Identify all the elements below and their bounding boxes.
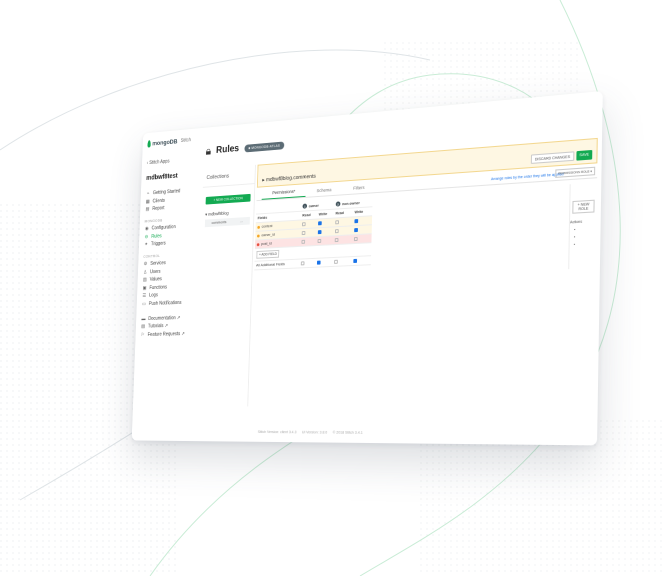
sidebar-item-functions[interactable]: ▣ Functions <box>142 283 191 291</box>
permissions-table: 1 owner 2 non-owner Fields Read Write Read… <box>254 197 373 270</box>
getting-started-icon: ⌁ <box>146 190 150 197</box>
nav-section-mongodb: MONGODB <box>144 218 163 224</box>
users-icon: ♙ <box>143 269 148 275</box>
collection-item-comments[interactable]: comments … <box>204 216 250 228</box>
nav-group-control: ⚙ Services ♙ Users ▥ Values ▣ Functions ☰ Logs ▭ Pu… <box>141 259 192 307</box>
app-window: mongoDB Stitch ‹ Stitch Apps mdbwf8test … <box>131 90 603 446</box>
sidebar-item-configuration[interactable]: ◉ Configuration <box>144 223 193 232</box>
permission-checkbox[interactable] <box>317 260 321 265</box>
permission-checkbox[interactable] <box>334 229 339 234</box>
footer-version-text: Stitch Version: client 3.4.3 <box>257 429 297 435</box>
all-additional-fields-label: All Additional Fields <box>254 259 300 270</box>
more-icon[interactable]: … <box>240 219 243 223</box>
permissions-rows: content owner_id post_id + ADD FIELD All Add… <box>254 215 373 270</box>
sidebar-item-logs[interactable]: ☰ Logs <box>142 291 191 298</box>
values-icon: ▥ <box>142 277 147 283</box>
rules-icon: ⊖ <box>144 233 149 240</box>
permission-checkbox[interactable] <box>335 220 339 225</box>
push-notifications-icon: ▭ <box>141 300 147 307</box>
footer-version-text: UI Version: 3.8.0 <box>301 430 328 435</box>
permission-checkbox[interactable] <box>301 239 306 244</box>
field-status-icon <box>257 225 260 229</box>
tab-permissions[interactable]: Permissions* <box>261 188 307 200</box>
delete-field-icon[interactable]: ▪ <box>574 241 592 246</box>
sidebar-item-push-notifications[interactable]: ▭ Push Notifications <box>141 299 190 307</box>
sidebar: mongoDB Stitch ‹ Stitch Apps mdbwf8test … <box>132 128 202 441</box>
logo[interactable]: mongoDB Stitch <box>147 136 196 148</box>
role-order-note[interactable]: Arrange roles by the order they will be … <box>491 172 564 181</box>
logs-icon: ☰ <box>142 292 147 299</box>
chevron-left-icon: ‹ <box>146 160 149 167</box>
permission-checkbox[interactable] <box>318 221 323 226</box>
permission-checkbox[interactable] <box>334 259 338 264</box>
field-status-icon <box>257 234 260 238</box>
main-content: 🔒︎ Rules ■ MONGODB-ATLAS Collections + N… <box>191 91 603 446</box>
app-name: mdbwf8test <box>146 172 178 182</box>
permission-checkbox[interactable] <box>334 237 339 243</box>
tab-schema[interactable]: Schema <box>306 186 343 196</box>
sidebar-item-tutorials[interactable]: ▤ Tutorials ↗ <box>141 323 190 330</box>
sidebar-item-users[interactable]: ♙ Users <box>143 267 192 275</box>
permission-checkbox[interactable] <box>353 228 358 233</box>
new-collection-button[interactable]: + NEW COLLECTION <box>205 193 251 205</box>
cluster-badge: ■ MONGODB-ATLAS <box>244 140 285 153</box>
permission-checkbox[interactable] <box>353 236 358 242</box>
collections-panel: Collections + NEW COLLECTION ▾ mdbwf8blo… <box>195 164 256 407</box>
role-avatar-icon: 1 <box>302 203 308 209</box>
nav-group-help: ▬ Documentation ↗ ▤ Tutorials ↗ ⚐ Feature Req… <box>140 314 190 338</box>
sidebar-item-triggers[interactable]: ✦ Triggers <box>144 239 193 248</box>
sidebar-item-report[interactable]: ▤ Report <box>145 203 194 212</box>
sidebar-item-rules[interactable]: ⊖ Rules <box>144 231 193 240</box>
page-title: Rules <box>215 143 240 156</box>
field-status-icon <box>256 242 260 246</box>
tutorials-icon: ▤ <box>141 323 146 330</box>
role-avatar-icon: 2 <box>335 201 341 207</box>
report-icon: ▤ <box>145 206 150 213</box>
permission-checkbox[interactable] <box>300 261 305 266</box>
permission-checkbox[interactable] <box>301 230 306 236</box>
add-field-button[interactable]: + ADD FIELD <box>256 249 280 259</box>
sidebar-item-values[interactable]: ▥ Values <box>142 275 191 283</box>
nav-section-control: CONTROL <box>143 254 161 259</box>
feature-requests-icon: ⚐ <box>140 331 145 338</box>
documentation-icon: ▬ <box>141 315 146 322</box>
permission-checkbox[interactable] <box>317 238 322 244</box>
configuration-icon: ◉ <box>144 225 149 232</box>
mongodb-leaf-icon <box>147 140 151 148</box>
sidebar-item-feature-requests[interactable]: ⚐ Feature Requests ↗ <box>140 331 189 338</box>
back-to-apps-link[interactable]: ‹ Stitch Apps <box>146 157 196 167</box>
lock-icon: 🔒︎ <box>205 143 212 158</box>
sidebar-item-services[interactable]: ⚙ Services <box>143 259 192 267</box>
save-button[interactable]: SAVE <box>576 149 593 161</box>
tab-filters[interactable]: Filters <box>342 184 376 194</box>
triggers-icon: ✦ <box>144 241 148 248</box>
clients-icon: ▦ <box>145 198 150 205</box>
permissions-role-dropdown[interactable]: PERMISSIONS ROLE ▾ <box>555 166 596 178</box>
footer-version-text: © 2018 Stitch 3.4.1 <box>332 430 363 435</box>
functions-icon: ▣ <box>142 285 147 291</box>
permission-checkbox[interactable] <box>318 230 322 235</box>
permission-checkbox[interactable] <box>354 219 359 224</box>
delete-field-icon[interactable]: ▪ <box>574 226 592 231</box>
discard-changes-button[interactable]: DISCARD CHANGES <box>530 151 575 164</box>
sidebar-item-documentation[interactable]: ▬ Documentation ↗ <box>141 314 190 322</box>
nav-group-mongodb: ◉ Configuration ⊖ Rules ✦ Triggers <box>144 223 194 247</box>
footer: Stitch Version: client 3.4.3 UI Version: … <box>258 430 363 435</box>
permission-checkbox[interactable] <box>353 258 357 264</box>
rules-panel: ▸ mdbwf8blog.comments DISCARD CHANGES SA… <box>251 137 598 368</box>
actions-column: + NEW ROLE Actions ▪ ▪ ▪ <box>568 182 598 270</box>
permission-checkbox[interactable] <box>302 222 306 227</box>
collection-path: ▸ mdbwf8blog.comments <box>262 173 316 184</box>
services-icon: ⚙ <box>143 261 148 268</box>
new-role-button[interactable]: + NEW ROLE <box>572 199 595 214</box>
delete-field-icon[interactable]: ▪ <box>574 234 592 239</box>
nav-group-main: ⌁ Getting Started ▦ Clients ▤ Report <box>145 187 195 213</box>
collections-heading: Collections <box>202 164 256 188</box>
actions-header: Actions <box>569 219 583 225</box>
